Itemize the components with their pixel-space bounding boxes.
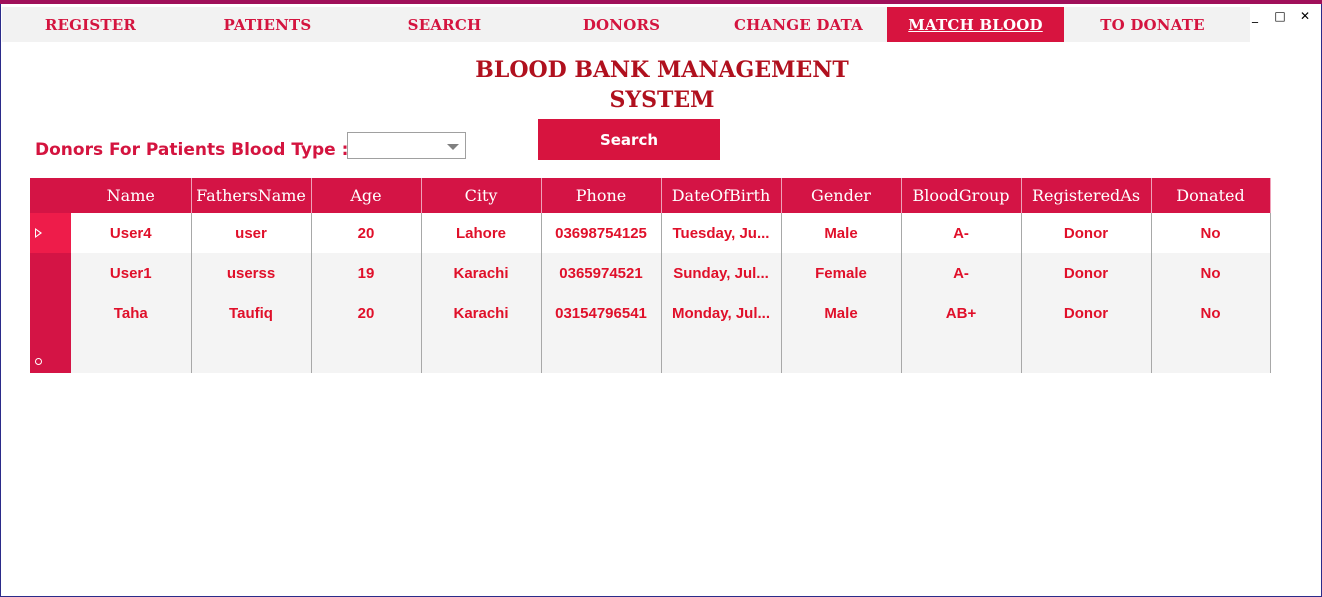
column-header-name[interactable]: Name: [71, 178, 192, 213]
cell-fathersname[interactable]: user: [191, 213, 312, 253]
search-button[interactable]: Search: [538, 119, 720, 160]
minimize-button[interactable]: _: [1244, 7, 1266, 25]
donors-grid[interactable]: Name FathersName Age City Phone DateOfBi…: [30, 178, 1271, 373]
row-selector[interactable]: [30, 333, 71, 373]
cell-empty[interactable]: [901, 333, 1022, 373]
chevron-down-icon[interactable]: [447, 144, 459, 150]
cell-name[interactable]: Taha: [71, 293, 192, 333]
cell-age[interactable]: 20: [311, 213, 422, 253]
cell-empty[interactable]: [191, 333, 312, 373]
cell-empty[interactable]: [311, 333, 422, 373]
cell-registeredas[interactable]: Donor: [1021, 253, 1152, 293]
cell-gender[interactable]: Male: [781, 213, 902, 253]
column-header-registeredas[interactable]: RegisteredAs: [1021, 178, 1152, 213]
tab-match-blood[interactable]: MATCH BLOOD: [887, 7, 1064, 42]
cell-empty[interactable]: [1151, 333, 1271, 373]
table-row[interactable]: User4 user 20 Lahore 03698754125 Tuesday…: [30, 213, 1271, 253]
cell-city[interactable]: Lahore: [421, 213, 542, 253]
grid-header-row: Name FathersName Age City Phone DateOfBi…: [30, 178, 1271, 213]
column-header-city[interactable]: City: [421, 178, 542, 213]
blood-type-select[interactable]: [347, 132, 466, 159]
cell-donated[interactable]: No: [1151, 253, 1271, 293]
row-header-corner: [30, 178, 71, 213]
cell-empty[interactable]: [1021, 333, 1152, 373]
cell-empty[interactable]: [661, 333, 782, 373]
tab-bar: REGISTER PATIENTS SEARCH DONORS CHANGE D…: [2, 7, 1250, 42]
tab-to-donate[interactable]: TO DONATE: [1064, 7, 1241, 42]
column-header-fathersname[interactable]: FathersName: [191, 178, 312, 213]
cell-age[interactable]: 20: [311, 293, 422, 333]
cell-bloodgroup[interactable]: A-: [901, 213, 1022, 253]
cell-dateofbirth[interactable]: Tuesday, Ju...: [661, 213, 782, 253]
column-header-bloodgroup[interactable]: BloodGroup: [901, 178, 1022, 213]
tab-patients[interactable]: PATIENTS: [179, 7, 356, 42]
cell-bloodgroup[interactable]: A-: [901, 253, 1022, 293]
cell-empty[interactable]: [71, 333, 192, 373]
column-header-gender[interactable]: Gender: [781, 178, 902, 213]
cell-name[interactable]: User4: [71, 213, 192, 253]
table-row[interactable]: User1 userss 19 Karachi 0365974521 Sunda…: [30, 253, 1271, 293]
cell-gender[interactable]: Male: [781, 293, 902, 333]
column-header-dateofbirth[interactable]: DateOfBirth: [661, 178, 782, 213]
cell-dateofbirth[interactable]: Sunday, Jul...: [661, 253, 782, 293]
new-row[interactable]: [30, 333, 1271, 373]
row-selector[interactable]: [30, 293, 71, 333]
tab-register[interactable]: REGISTER: [2, 7, 179, 42]
tab-search[interactable]: SEARCH: [356, 7, 533, 42]
title-accent-line: [0, 0, 1322, 4]
cell-dateofbirth[interactable]: Monday, Jul...: [661, 293, 782, 333]
row-selector[interactable]: [30, 253, 71, 293]
table-row[interactable]: Taha Taufiq 20 Karachi 03154796541 Monda…: [30, 293, 1271, 333]
cell-fathersname[interactable]: Taufiq: [191, 293, 312, 333]
cell-phone[interactable]: 0365974521: [541, 253, 662, 293]
maximize-button[interactable]: □: [1269, 7, 1291, 25]
blood-type-label: Donors For Patients Blood Type :: [35, 140, 349, 160]
cell-empty[interactable]: [541, 333, 662, 373]
cell-city[interactable]: Karachi: [421, 293, 542, 333]
cell-registeredas[interactable]: Donor: [1021, 213, 1152, 253]
row-selector[interactable]: [30, 213, 71, 253]
cell-empty[interactable]: [421, 333, 542, 373]
cell-registeredas[interactable]: Donor: [1021, 293, 1152, 333]
column-header-donated[interactable]: Donated: [1151, 178, 1271, 213]
column-header-phone[interactable]: Phone: [541, 178, 662, 213]
current-row-arrow-icon: [35, 228, 42, 238]
cell-gender[interactable]: Female: [781, 253, 902, 293]
page-title-line1: BLOOD BANK MANAGEMENT: [475, 57, 849, 83]
page-title-line2: SYSTEM: [609, 87, 715, 113]
cell-city[interactable]: Karachi: [421, 253, 542, 293]
tab-donors[interactable]: DONORS: [533, 7, 710, 42]
cell-age[interactable]: 19: [311, 253, 422, 293]
cell-empty[interactable]: [781, 333, 902, 373]
cell-bloodgroup[interactable]: AB+: [901, 293, 1022, 333]
cell-phone[interactable]: 03154796541: [541, 293, 662, 333]
close-button[interactable]: ✕: [1294, 7, 1316, 25]
page-title: BLOOD BANK MANAGEMENT SYSTEM: [440, 55, 884, 115]
cell-donated[interactable]: No: [1151, 293, 1271, 333]
tab-change-data[interactable]: CHANGE DATA: [710, 7, 887, 42]
cell-phone[interactable]: 03698754125: [541, 213, 662, 253]
cell-name[interactable]: User1: [71, 253, 192, 293]
cell-donated[interactable]: No: [1151, 213, 1271, 253]
cell-fathersname[interactable]: userss: [191, 253, 312, 293]
new-row-icon: [35, 357, 42, 365]
column-header-age[interactable]: Age: [311, 178, 422, 213]
